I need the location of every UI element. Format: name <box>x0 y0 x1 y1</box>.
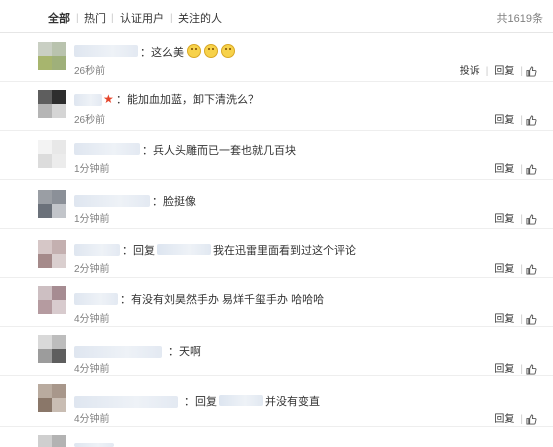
comment-item: ：这么美 26秒前 投诉 | 回复 | <box>0 33 553 82</box>
comment-time: 2分钟前 <box>74 264 110 275</box>
comment-actions: 回复 | <box>494 314 523 325</box>
thumbs-up-icon[interactable] <box>526 314 537 325</box>
reply-link[interactable]: 回复 <box>494 66 514 77</box>
username[interactable] <box>74 293 118 305</box>
username[interactable] <box>74 443 114 447</box>
thumbs-up-icon[interactable] <box>526 364 537 375</box>
avatar[interactable] <box>38 384 66 412</box>
avatar[interactable] <box>38 190 66 218</box>
comment-time: 26秒前 <box>74 66 106 77</box>
comment-actions: 回复 | <box>494 264 523 275</box>
comment-item <box>0 427 553 447</box>
comment-item: ★ ：能加血加蓝，卸下清洗么？ 26秒前 回复 | <box>0 82 553 131</box>
thumbs-up-icon[interactable] <box>526 264 537 275</box>
comment-item: ：回复 并没有变直 4分钟前 回复 | <box>0 376 553 427</box>
reply-link[interactable]: 回复 <box>494 364 514 375</box>
comment-item: ：脸挺像 1分钟前 回复 | <box>0 180 553 229</box>
smile-emoji-icon <box>221 44 235 58</box>
thumbs-up-icon[interactable] <box>526 115 537 126</box>
comment-item: ：回复 我在迅雷里面看到过这个评论 2分钟前 回复 | <box>0 229 553 278</box>
username[interactable] <box>74 143 140 155</box>
thumbs-up-icon[interactable] <box>526 214 537 225</box>
comment-actions: 回复 | <box>494 115 523 126</box>
comment-text: ：脸挺像 <box>152 196 196 208</box>
tab-all[interactable]: 全部 <box>48 12 70 26</box>
comment-text: ：回复 并没有变直 <box>184 395 320 408</box>
username[interactable] <box>74 396 178 408</box>
avatar[interactable] <box>38 140 66 168</box>
avatar[interactable] <box>38 286 66 314</box>
tab-divider: | <box>76 13 79 24</box>
comment-text: ：回复 我在迅雷里面看到过这个评论 <box>122 244 356 257</box>
avatar[interactable] <box>38 42 66 70</box>
smile-emoji-icon <box>187 44 201 58</box>
avatar[interactable] <box>38 335 66 363</box>
reply-link[interactable]: 回复 <box>494 264 514 275</box>
comment-text: ：天啊 <box>168 346 201 358</box>
comment-item: ：有没有刘昊然手办 易烊千玺手办 哈哈哈 4分钟前 回复 | <box>0 278 553 327</box>
comment-actions: 回复 | <box>494 364 523 375</box>
comment-item: ：天啊 4分钟前 回复 | <box>0 327 553 376</box>
username[interactable] <box>74 195 150 207</box>
comment-time: 4分钟前 <box>74 314 110 325</box>
report-link[interactable]: 投诉 <box>460 66 480 77</box>
username[interactable] <box>74 45 138 57</box>
reply-link[interactable]: 回复 <box>494 214 514 225</box>
comment-text: ：兵人头雕而已一套也就几百块 <box>142 145 296 157</box>
thumbs-up-icon[interactable] <box>526 414 537 425</box>
reply-link[interactable]: 回复 <box>494 414 514 425</box>
username[interactable] <box>74 244 120 256</box>
avatar[interactable] <box>38 90 66 118</box>
comment-time: 4分钟前 <box>74 364 110 375</box>
username[interactable] <box>74 94 102 106</box>
comment-actions: 回复 | <box>494 164 523 175</box>
mention-username[interactable] <box>157 244 211 255</box>
comment-text: ：有没有刘昊然手办 易烊千玺手办 哈哈哈 <box>120 294 325 306</box>
comment-total-count: 共1619条 <box>496 13 543 25</box>
comment-text: ：能加血加蓝，卸下清洗么？ <box>116 94 259 106</box>
smile-emoji-icon <box>204 44 218 58</box>
comment-filter-tabs: 全部 | 热门 | 认证用户 | 关注的人 共1619条 <box>0 0 553 33</box>
mention-username[interactable] <box>219 395 263 406</box>
comment-time: 26秒前 <box>74 115 106 126</box>
comment-time: 1分钟前 <box>74 214 110 225</box>
reply-link[interactable]: 回复 <box>494 314 514 325</box>
reply-link[interactable]: 回复 <box>494 164 514 175</box>
tab-divider: | <box>170 13 173 24</box>
comment-time: 1分钟前 <box>74 164 110 175</box>
tab-hot[interactable]: 热门 <box>84 12 106 26</box>
comment-text: ：这么美 <box>140 44 235 60</box>
avatar[interactable] <box>38 240 66 268</box>
comment-time: 4分钟前 <box>74 414 110 425</box>
comment-actions: 投诉 | 回复 | <box>459 66 523 77</box>
comment-actions: 回复 | <box>494 414 523 425</box>
thumbs-up-icon[interactable] <box>526 164 537 175</box>
tab-divider: | <box>111 13 114 24</box>
tab-verified[interactable]: 认证用户 <box>120 12 164 26</box>
avatar[interactable] <box>38 435 66 447</box>
star-icon: ★ <box>103 92 114 106</box>
thumbs-up-icon[interactable] <box>526 66 537 77</box>
reply-link[interactable]: 回复 <box>494 115 514 126</box>
tab-following[interactable]: 关注的人 <box>178 12 222 26</box>
username[interactable] <box>74 346 162 358</box>
comment-actions: 回复 | <box>494 214 523 225</box>
comment-item: ：兵人头雕而已一套也就几百块 1分钟前 回复 | <box>0 131 553 180</box>
